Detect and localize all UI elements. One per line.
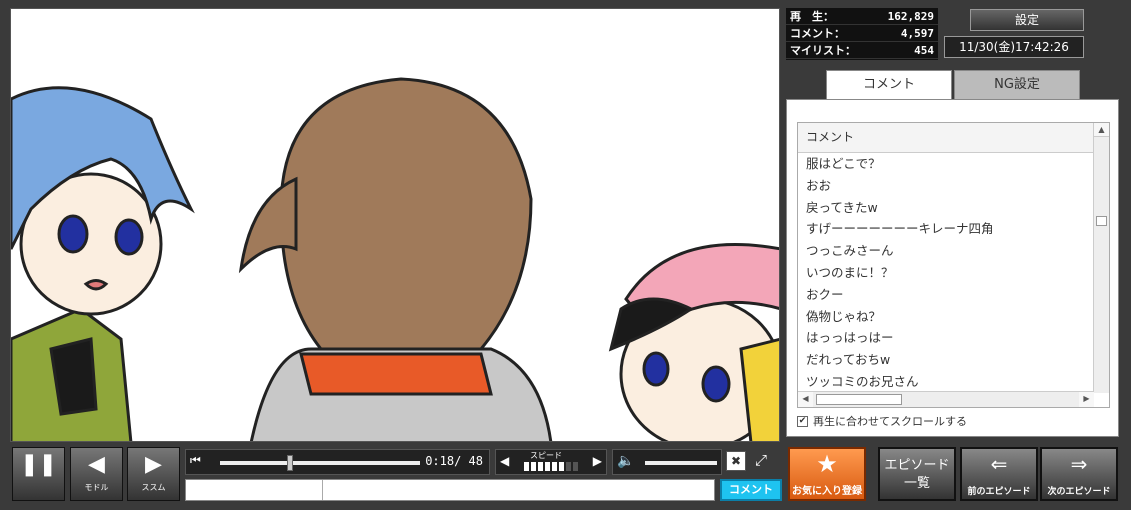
horizontal-scroll-thumb[interactable] — [816, 394, 902, 405]
favorite-button[interactable]: ★ お気に入り登録 — [788, 447, 866, 501]
clock-display: 11/30(金)17:42:26 — [944, 36, 1084, 58]
speed-label: スピード — [530, 451, 562, 460]
forward-label: ススム — [141, 483, 166, 492]
autoscroll-option[interactable]: ✔ 再生に合わせてスクロールする — [797, 413, 967, 429]
speed-bar — [538, 462, 543, 471]
star-icon: ★ — [816, 450, 838, 478]
next-episode-button[interactable]: ⇒ 次のエピソード — [1040, 447, 1118, 501]
speed-down-icon[interactable]: ◀ — [500, 454, 509, 468]
tab-comment[interactable]: コメント — [826, 70, 952, 100]
hide-comments-icon[interactable]: ✖ — [726, 451, 746, 471]
stats-panel: 再 生： 162,829 コメント： 4,597 マイリスト： 454 — [786, 8, 938, 60]
scroll-left-icon[interactable]: ◀ — [798, 392, 813, 407]
favorite-label: お気に入り登録 — [792, 486, 862, 497]
list-item[interactable]: ツッコミのお兄さん — [798, 371, 1094, 393]
next-episode-icon: ⇒ — [1070, 452, 1088, 476]
play-count-label: 再 生： — [790, 10, 834, 23]
panel-tabs: コメント NG設定 — [826, 70, 1080, 100]
mylist-count-row: マイリスト： 454 — [786, 42, 938, 59]
arrow-right-icon: ▶ — [145, 452, 162, 477]
play-count-row: 再 生： 162,829 — [786, 8, 938, 25]
settings-button[interactable]: 設定 — [970, 9, 1084, 31]
speed-up-icon[interactable]: ▶ — [593, 454, 602, 468]
speed-level-bars — [524, 462, 578, 471]
speed-bar — [545, 462, 550, 471]
volume-slider[interactable] — [645, 461, 717, 465]
comment-count-label: コメント： — [790, 27, 845, 40]
next-episode-label: 次のエピソード — [1047, 487, 1111, 497]
speed-bar — [531, 462, 536, 471]
list-item[interactable]: すげーーーーーーーキレーナ四角 — [798, 218, 1094, 240]
list-item[interactable]: 偽物じゃね？ — [798, 306, 1094, 328]
list-item[interactable]: だれっておちw — [798, 349, 1094, 371]
mylist-count-label: マイリスト： — [790, 44, 856, 57]
prev-episode-button[interactable]: ⇐ 前のエピソード — [960, 447, 1038, 501]
horizontal-scrollbar[interactable]: ◀ ▶ — [798, 391, 1094, 407]
scroll-right-icon[interactable]: ▶ — [1079, 392, 1094, 407]
arrow-left-icon: ◀ — [88, 452, 105, 477]
comment-list-box: コメント 服はどこで？ おお 戻ってきたw すげーーーーーーーキレーナ四角 つっ… — [797, 122, 1110, 408]
prev-episode-icon: ⇐ — [990, 452, 1008, 476]
pause-icon: ❚❚ — [20, 452, 57, 477]
list-item[interactable]: 服はどこで？ — [798, 153, 1094, 175]
comment-submit-button[interactable]: コメント — [720, 479, 782, 501]
fullscreen-icon[interactable]: ⤢ — [750, 451, 772, 471]
tab-ng-settings[interactable]: NG設定 — [954, 70, 1080, 100]
speaker-icon[interactable]: 🔈 — [617, 453, 634, 469]
speed-bar — [573, 462, 578, 471]
seek-track[interactable] — [220, 455, 420, 471]
command-input[interactable] — [186, 480, 323, 500]
pause-button[interactable]: ❚❚ — [12, 447, 65, 501]
vertical-scrollbar[interactable]: ▲ — [1093, 123, 1109, 393]
volume-control: 🔈 — [612, 449, 722, 475]
comment-count-value: 4,597 — [900, 27, 934, 40]
video-player[interactable] — [10, 8, 780, 442]
video-frame — [11, 9, 779, 441]
comment-panel: コメント 服はどこで？ おお 戻ってきたw すげーーーーーーーキレーナ四角 つっ… — [786, 99, 1119, 437]
speed-bar — [566, 462, 571, 471]
player-controls: ❚❚ ◀ モドル ▶ ススム ⏮ 0:18/ 48 ◀ スピード ▶ 🔈 ✖ ⤢… — [10, 445, 782, 503]
back-label: モドル — [84, 483, 109, 492]
scroll-up-icon[interactable]: ▲ — [1094, 123, 1109, 137]
list-item[interactable]: おクー — [798, 284, 1094, 306]
forward-button[interactable]: ▶ ススム — [127, 447, 180, 501]
list-item[interactable]: はっっはっはー — [798, 327, 1094, 349]
list-item[interactable]: おお — [798, 175, 1094, 197]
time-display: 0:18/ 48 — [425, 454, 483, 468]
comment-text-input[interactable] — [323, 480, 714, 500]
comment-count-row: コメント： 4,597 — [786, 25, 938, 42]
speed-bar — [552, 462, 557, 471]
comment-input-row — [185, 479, 715, 501]
prev-episode-label: 前のエピソード — [967, 487, 1031, 497]
autoscroll-label: 再生に合わせてスクロールする — [813, 415, 967, 428]
list-item[interactable]: 戻ってきたw — [798, 197, 1094, 219]
speed-control: ◀ スピード ▶ — [495, 449, 607, 475]
seek-handle[interactable] — [287, 455, 293, 471]
episode-list-button[interactable]: エピソード 一覧 — [878, 447, 956, 501]
comment-list: 服はどこで？ おお 戻ってきたw すげーーーーーーーキレーナ四角 つっこみさーん… — [798, 153, 1094, 393]
seek-bar[interactable]: ⏮ 0:18/ 48 — [185, 449, 490, 475]
seek-start-icon[interactable]: ⏮ — [190, 453, 201, 468]
mylist-count-value: 454 — [914, 44, 934, 57]
comment-column-header[interactable]: コメント — [798, 123, 1094, 153]
episode-list-label-1: エピソード — [884, 458, 950, 473]
list-item[interactable]: つっこみさーん — [798, 240, 1094, 262]
speed-bar — [524, 462, 529, 471]
vertical-scroll-thumb[interactable] — [1096, 216, 1107, 226]
back-button[interactable]: ◀ モドル — [70, 447, 123, 501]
episode-list-label-2: 一覧 — [903, 476, 930, 491]
play-count-value: 162,829 — [887, 10, 934, 23]
speed-bar — [559, 462, 564, 471]
autoscroll-checkbox[interactable]: ✔ — [797, 415, 808, 427]
list-item[interactable]: いつのまに！？ — [798, 262, 1094, 284]
